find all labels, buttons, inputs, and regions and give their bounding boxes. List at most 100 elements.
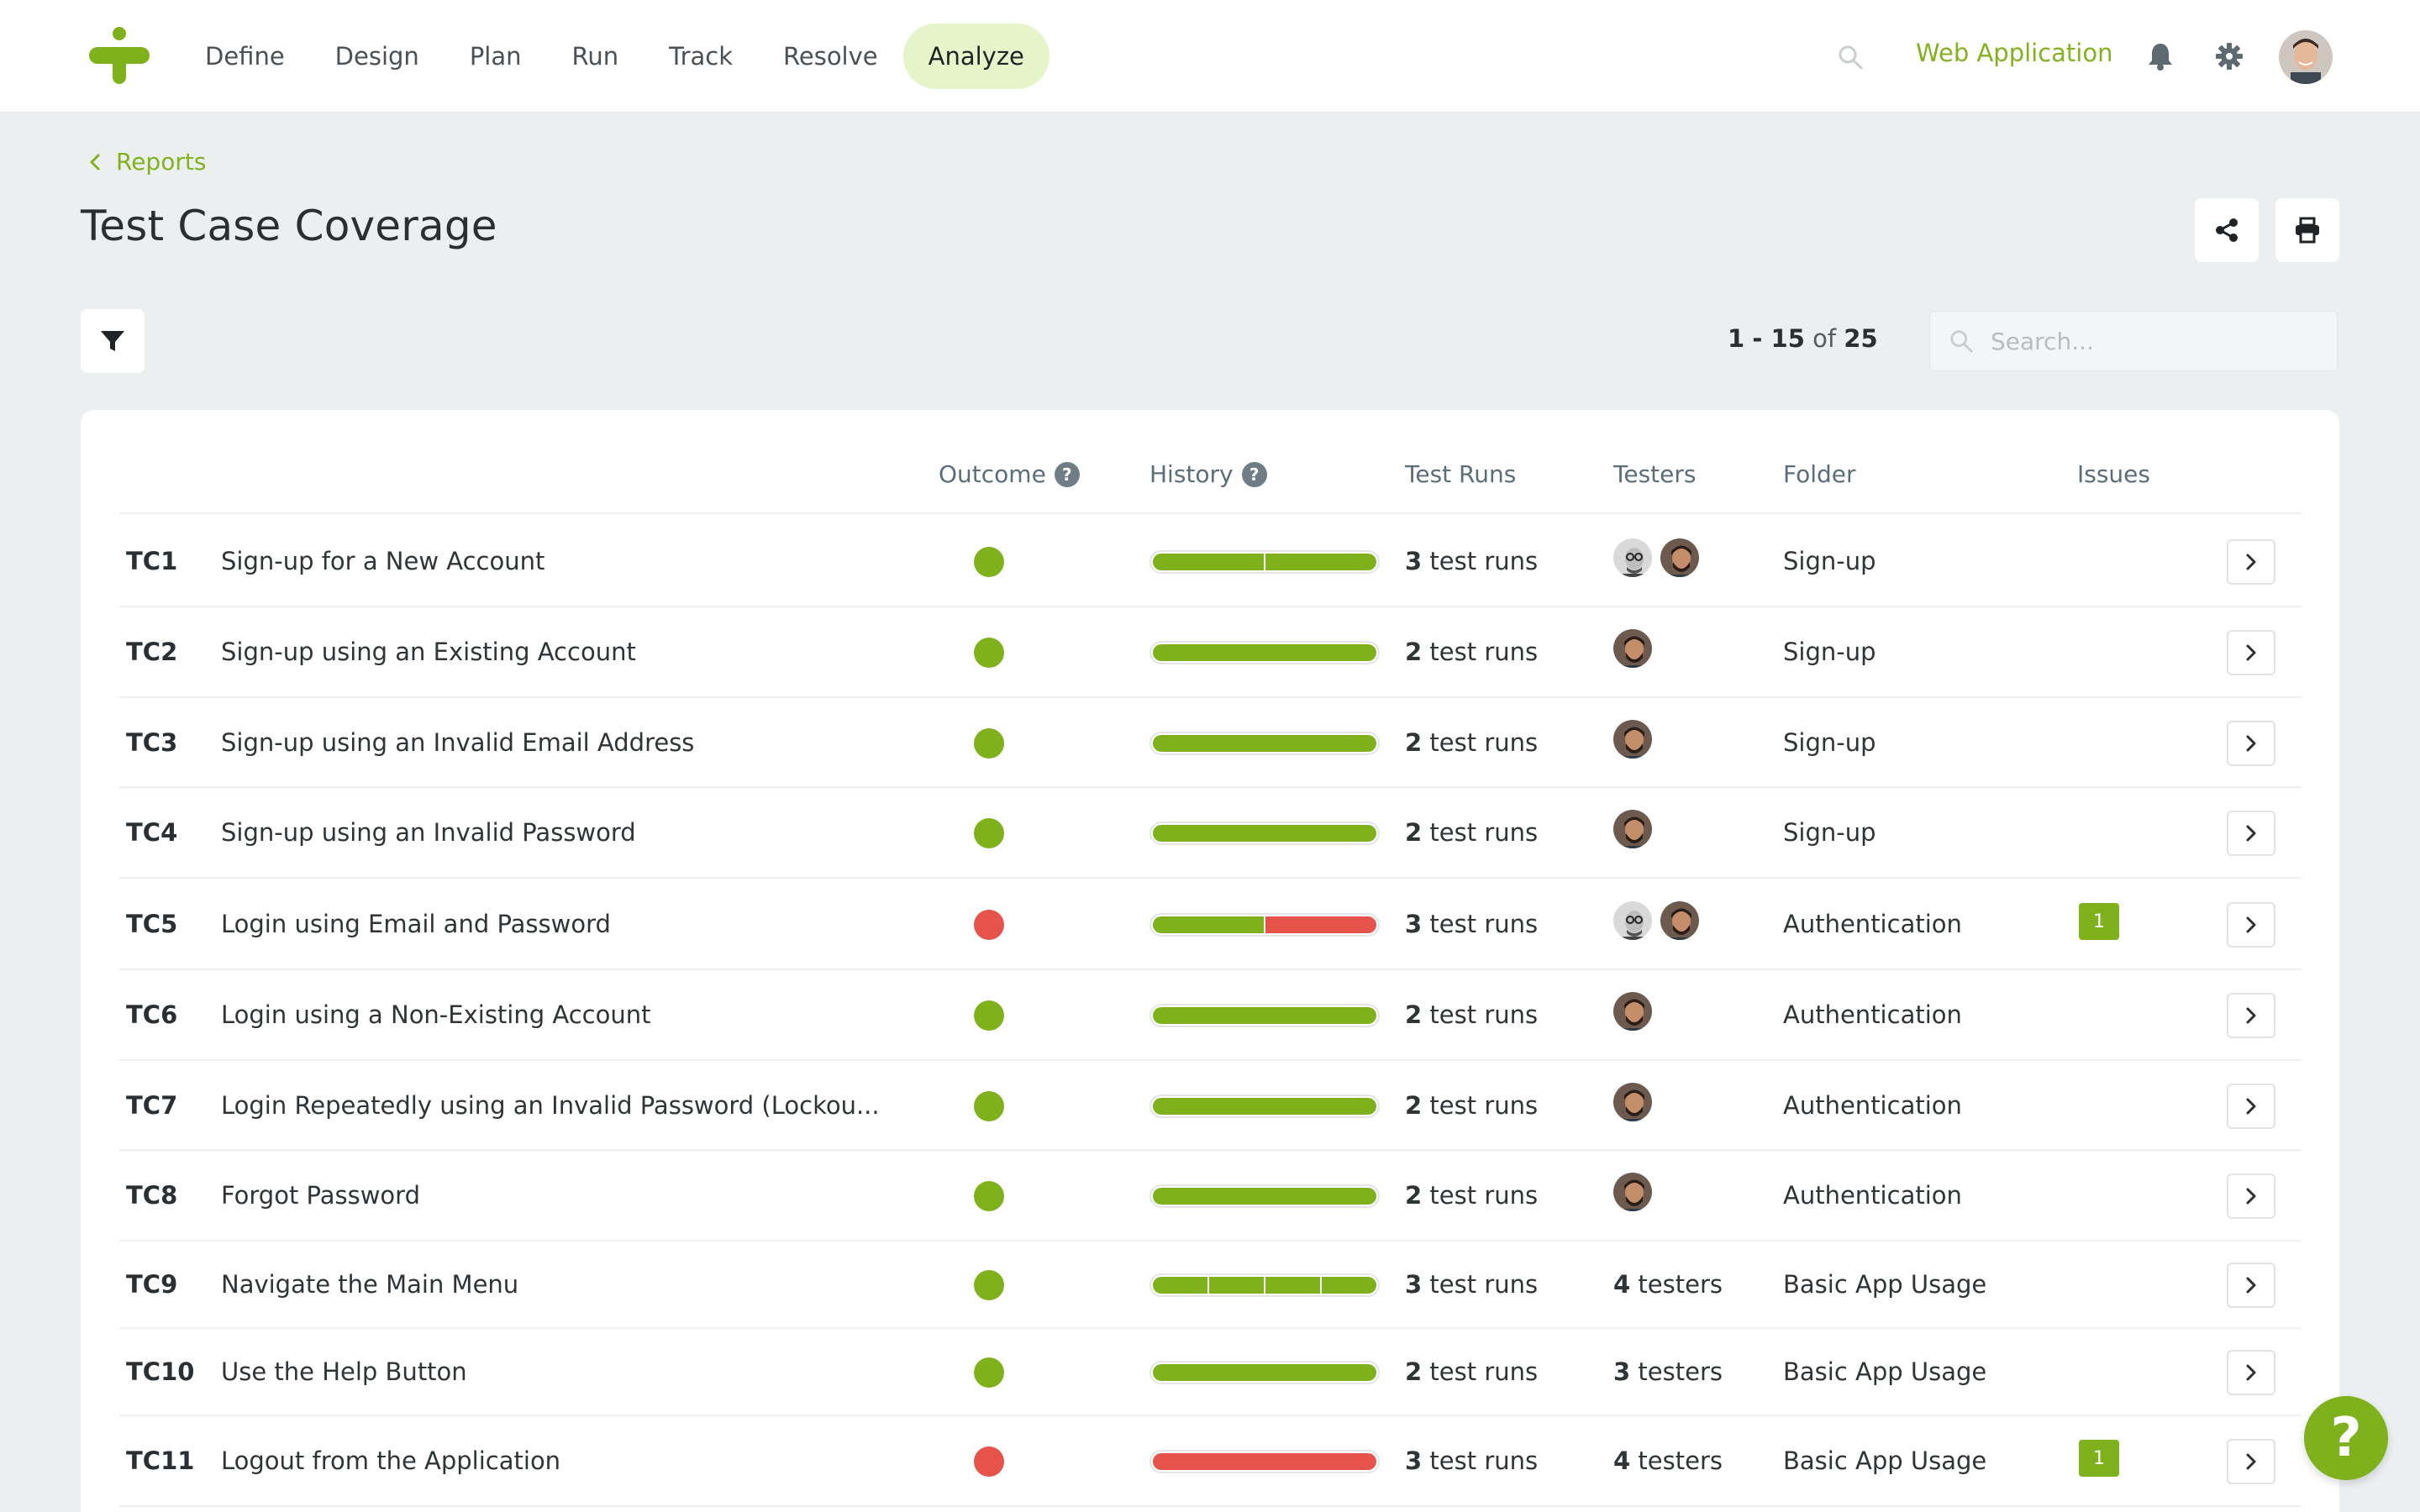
test-runs-count[interactable]: 3 test runs bbox=[1405, 547, 1538, 575]
nav-item-plan[interactable]: Plan bbox=[445, 24, 547, 89]
user-avatar[interactable] bbox=[2279, 30, 2333, 84]
row-open-button[interactable] bbox=[2227, 721, 2275, 766]
table-row[interactable]: TC5 Login using Email and Password 3 test … bbox=[119, 879, 2301, 970]
outcome-pass-indicator bbox=[974, 1181, 1004, 1211]
test-case-name[interactable]: Login using Email and Password bbox=[221, 910, 611, 938]
row-open-button[interactable] bbox=[2227, 630, 2275, 675]
test-runs-count[interactable]: 3 test runs bbox=[1405, 1446, 1538, 1475]
table-row[interactable]: TC9 Navigate the Main Menu 3 test runs 4 te… bbox=[119, 1242, 2301, 1329]
test-case-name[interactable]: Navigate the Main Menu bbox=[221, 1270, 518, 1299]
chevron-right-icon bbox=[2246, 1007, 2256, 1024]
issues-badge[interactable]: 1 bbox=[2079, 903, 2119, 940]
column-testers[interactable]: Testers bbox=[1613, 460, 1696, 488]
breadcrumb[interactable]: Reports bbox=[89, 148, 206, 176]
table-row[interactable]: TC6 Login using a Non-Existing Account 2 t… bbox=[119, 970, 2301, 1061]
tester-avatar[interactable] bbox=[1612, 808, 1654, 850]
test-runs-count[interactable]: 2 test runs bbox=[1405, 818, 1538, 847]
outcome-pass-indicator bbox=[974, 818, 1004, 848]
column-history[interactable]: History ? bbox=[1150, 460, 1267, 488]
tester-avatar[interactable] bbox=[1612, 900, 1654, 942]
nav-item-design[interactable]: Design bbox=[310, 24, 445, 89]
test-case-name[interactable]: Sign-up using an Invalid Password bbox=[221, 818, 636, 847]
table-row[interactable]: TC7 Login Repeatedly using an Invalid Pas… bbox=[119, 1061, 2301, 1151]
test-runs-count[interactable]: 2 test runs bbox=[1405, 1000, 1538, 1029]
column-folder[interactable]: Folder bbox=[1783, 460, 1856, 488]
breadcrumb-reports[interactable]: Reports bbox=[116, 148, 206, 176]
test-case-name[interactable]: Sign-up for a New Account bbox=[221, 547, 544, 575]
row-open-button[interactable] bbox=[2227, 993, 2275, 1038]
test-case-name[interactable]: Sign-up using an Invalid Email Address bbox=[221, 728, 694, 757]
table-row[interactable]: TC2 Sign-up using an Existing Account 2 te… bbox=[119, 607, 2301, 698]
column-test-runs[interactable]: Test Runs bbox=[1405, 460, 1516, 488]
test-runs-count[interactable]: 2 test runs bbox=[1405, 638, 1538, 666]
project-selector[interactable]: Web Application bbox=[1916, 39, 2112, 67]
help-icon[interactable]: ? bbox=[1054, 461, 1080, 487]
chevron-right-icon bbox=[2246, 825, 2256, 842]
tester-avatar[interactable] bbox=[1612, 990, 1654, 1032]
nav-item-analyze[interactable]: Analyze bbox=[902, 24, 1050, 89]
table-row[interactable]: TC1 Sign-up for a New Account 3 test runs S… bbox=[119, 516, 2301, 607]
test-runs-count[interactable]: 3 test runs bbox=[1405, 1270, 1538, 1299]
row-open-button[interactable] bbox=[2227, 902, 2275, 948]
chevron-right-icon bbox=[2246, 1453, 2256, 1470]
tester-avatar[interactable] bbox=[1612, 1171, 1654, 1213]
filter-button[interactable] bbox=[81, 309, 145, 373]
test-case-name[interactable]: Login using a Non-Existing Account bbox=[221, 1000, 650, 1029]
tester-avatar[interactable] bbox=[1612, 537, 1654, 579]
history-pass-segment bbox=[1265, 1277, 1320, 1294]
column-outcome[interactable]: Outcome ? bbox=[939, 460, 1080, 488]
row-open-button[interactable] bbox=[2227, 1084, 2275, 1129]
table-row[interactable]: TC4 Sign-up using an Invalid Password 2 te… bbox=[119, 788, 2301, 879]
share-button[interactable] bbox=[2195, 198, 2259, 262]
row-open-button[interactable] bbox=[2227, 1439, 2275, 1484]
table-row[interactable]: TC8 Forgot Password 2 test runs Authenticat… bbox=[119, 1151, 2301, 1242]
test-case-name[interactable]: Use the Help Button bbox=[221, 1357, 467, 1386]
test-runs-count[interactable]: 2 test runs bbox=[1405, 728, 1538, 757]
test-case-id: TC6 bbox=[126, 1000, 178, 1029]
tester-avatar[interactable] bbox=[1659, 537, 1701, 579]
help-button[interactable]: ? bbox=[2304, 1396, 2388, 1480]
nav-item-track[interactable]: Track bbox=[644, 24, 758, 89]
gear-icon[interactable] bbox=[2215, 42, 2244, 71]
testers-count[interactable]: 4 testers bbox=[1613, 1270, 1723, 1299]
history-pass-segment bbox=[1265, 554, 1376, 570]
bell-icon[interactable] bbox=[2147, 42, 2174, 71]
testers-count[interactable]: 4 testers bbox=[1613, 1446, 1723, 1475]
test-runs-count[interactable]: 3 test runs bbox=[1405, 910, 1538, 938]
history-pass-segment bbox=[1153, 1277, 1207, 1294]
tester-avatar[interactable] bbox=[1612, 627, 1654, 669]
test-case-name[interactable]: Sign-up using an Existing Account bbox=[221, 638, 636, 666]
nav-item-resolve[interactable]: Resolve bbox=[758, 24, 903, 89]
test-runs-count[interactable]: 2 test runs bbox=[1405, 1181, 1538, 1210]
tester-avatar[interactable] bbox=[1659, 900, 1701, 942]
test-case-name[interactable]: Logout from the Application bbox=[221, 1446, 560, 1475]
table-row[interactable]: TC10 Use the Help Button 2 test runs 3 test… bbox=[119, 1329, 2301, 1416]
print-button[interactable] bbox=[2275, 198, 2339, 262]
test-runs-count[interactable]: 2 test runs bbox=[1405, 1091, 1538, 1120]
column-issues[interactable]: Issues bbox=[2077, 460, 2150, 488]
help-icon[interactable]: ? bbox=[1241, 461, 1267, 487]
nav-item-define[interactable]: Define bbox=[180, 24, 310, 89]
test-case-name[interactable]: Forgot Password bbox=[221, 1181, 420, 1210]
chevron-right-icon bbox=[2246, 554, 2256, 570]
tester-avatar[interactable] bbox=[1612, 718, 1654, 760]
row-open-button[interactable] bbox=[2227, 1263, 2275, 1308]
search-input[interactable] bbox=[1991, 327, 2310, 355]
table-row[interactable]: TC11 Logout from the Application 3 test ru… bbox=[119, 1416, 2301, 1507]
test-runs-count[interactable]: 2 test runs bbox=[1405, 1357, 1538, 1386]
issues-badge[interactable]: 1 bbox=[2079, 1440, 2119, 1477]
history-bar bbox=[1150, 1273, 1380, 1297]
app-logo[interactable] bbox=[89, 27, 150, 87]
table-row[interactable]: TC3 Sign-up using an Invalid Email Addres… bbox=[119, 698, 2301, 788]
row-open-button[interactable] bbox=[2227, 811, 2275, 856]
row-open-button[interactable] bbox=[2227, 1173, 2275, 1219]
test-case-name[interactable]: Login Repeatedly using an Invalid Passwo… bbox=[221, 1091, 880, 1120]
search-icon[interactable] bbox=[1837, 44, 1864, 71]
testers-count[interactable]: 3 testers bbox=[1613, 1357, 1723, 1386]
folder-name: Authentication bbox=[1783, 1091, 1962, 1120]
page-title: Test Case Coverage bbox=[81, 202, 497, 250]
row-open-button[interactable] bbox=[2227, 1350, 2275, 1395]
row-open-button[interactable] bbox=[2227, 539, 2275, 585]
nav-item-run[interactable]: Run bbox=[547, 24, 644, 89]
tester-avatar[interactable] bbox=[1612, 1081, 1654, 1123]
